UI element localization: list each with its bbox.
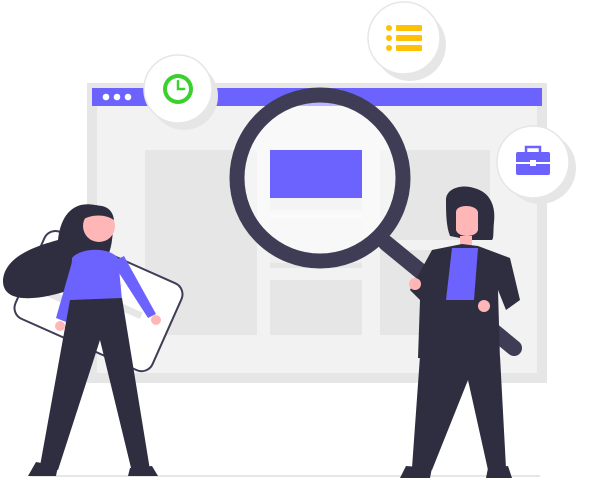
pants — [412, 356, 506, 470]
head — [456, 206, 478, 236]
titlebar-dot — [113, 93, 121, 101]
content-tile — [270, 280, 362, 335]
clock-icon — [163, 74, 193, 104]
list-icon — [386, 25, 422, 51]
titlebar-dot — [102, 93, 110, 101]
search-illustration — [2, 1, 576, 478]
list-badge — [367, 1, 446, 81]
highlighted-tile — [270, 150, 362, 198]
titlebar-dot — [124, 93, 132, 101]
